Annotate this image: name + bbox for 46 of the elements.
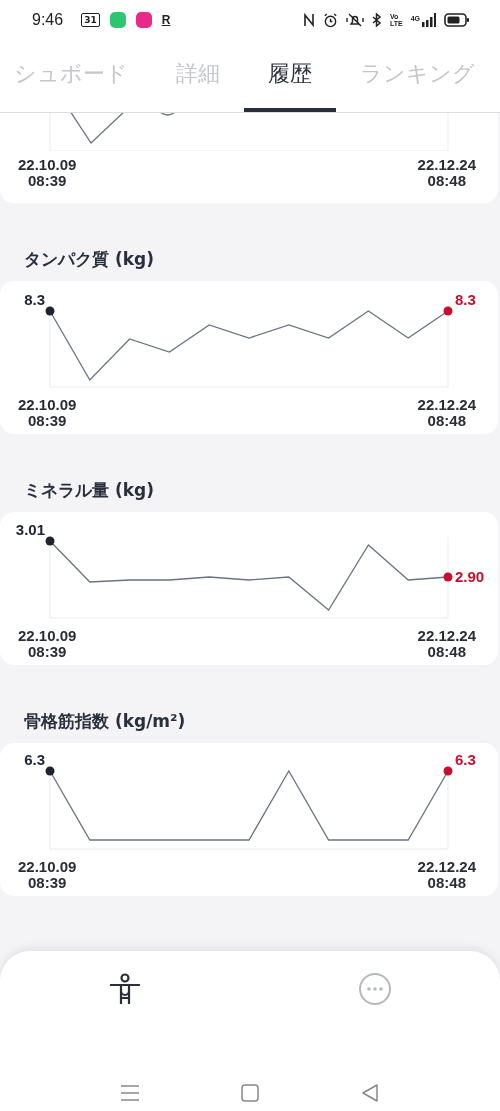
app-letter: R: [161, 13, 171, 27]
start-date: 22.10.09: [18, 397, 77, 413]
app-icon: [109, 12, 126, 28]
signal-icon: [422, 13, 436, 27]
first-value: 6.3: [24, 751, 45, 769]
mute-bell-icon: [345, 13, 364, 27]
start-date: 22.10.09: [18, 859, 77, 875]
end-date: 22.12.24: [417, 859, 476, 875]
end-date: 22.12.24: [417, 628, 476, 644]
battery-icon: [444, 13, 470, 27]
tab[interactable]: シュボード: [0, 40, 152, 112]
trend-line: [159, 113, 176, 116]
start-point: [45, 766, 55, 776]
end-time: 08:48: [427, 644, 466, 660]
end-point: [443, 766, 453, 776]
first-value: 3.01: [15, 521, 45, 539]
last-value: 2.90: [455, 568, 485, 586]
end-time: 08:48: [427, 413, 466, 429]
start-date: 22.10.09: [18, 157, 77, 173]
clock: 9:46: [32, 11, 64, 29]
tab[interactable]: 詳細: [152, 40, 244, 112]
calendar-badge: 31: [81, 13, 100, 27]
end-date: 22.12.24: [417, 397, 476, 413]
end-date: 22.12.24: [417, 157, 476, 173]
chart-title: ミネラル量 (kg): [23, 480, 155, 500]
tab[interactable]: ランキング: [336, 40, 499, 112]
start-point: [45, 306, 55, 316]
start-time: 08:39: [28, 173, 67, 189]
start-time: 08:39: [28, 644, 67, 660]
chart-title: タンパク質 (kg): [23, 249, 155, 269]
start-time: 08:39: [28, 413, 67, 429]
end-point: [443, 306, 453, 316]
start-date: 22.10.09: [18, 628, 77, 644]
end-point: [443, 572, 453, 582]
start-point: [45, 536, 55, 546]
nfc-icon: [302, 13, 315, 27]
app-icon: [135, 12, 152, 28]
start-time: 08:39: [28, 875, 67, 891]
end-time: 08:48: [427, 875, 466, 891]
chart-title: 骨格筋指数 (kg/m²): [23, 711, 187, 731]
last-value: 8.3: [455, 291, 476, 309]
alarm-icon: [322, 12, 338, 28]
last-value: 6.3: [455, 751, 476, 769]
bluetooth-icon: [371, 13, 382, 27]
end-time: 08:48: [427, 173, 466, 189]
first-value: 8.3: [24, 291, 45, 309]
